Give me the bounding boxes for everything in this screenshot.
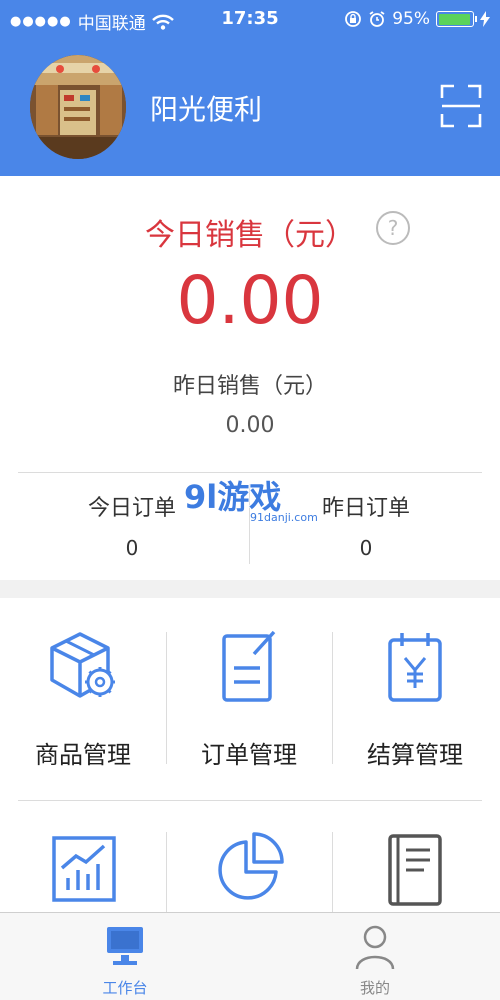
rotation-lock-icon [345, 11, 362, 27]
alarm-icon [369, 11, 385, 27]
today-orders-value: 0 [125, 536, 139, 560]
pie-chart-icon [218, 832, 284, 900]
scan-icon[interactable] [440, 84, 482, 128]
divider [18, 800, 482, 801]
tile-label: 商品管理 [35, 741, 131, 769]
divider [18, 472, 482, 473]
monitor-icon [107, 927, 143, 965]
tab-workbench-label: 工作台 [102, 979, 148, 997]
header: ●●●●● 中国联通 17:35 95% 阳光便利 [0, 0, 500, 176]
today-sales-label: 今日销售（元） [145, 218, 355, 253]
tab-workbench[interactable]: 工作台 [0, 913, 250, 1000]
box-gear-icon [50, 632, 115, 698]
watermark-logo: 9l游戏 91danji.com [183, 477, 318, 524]
book-icon [388, 834, 442, 906]
user-icon [355, 925, 395, 970]
document-edit-icon [222, 630, 276, 702]
today-sales-value: 0.00 [176, 262, 324, 339]
store-photo-icon [30, 55, 126, 159]
help-icon[interactable]: ? [376, 211, 410, 245]
tab-mine-label: 我的 [359, 979, 390, 997]
section-gap [0, 580, 500, 598]
tile-divider [166, 832, 167, 912]
yuan-calendar-icon [388, 633, 442, 702]
tile-label: 结算管理 [367, 741, 463, 769]
status-right: 95% [344, 9, 490, 29]
tab-bar: 工作台 我的 [0, 912, 500, 1000]
tab-mine[interactable]: 我的 [250, 913, 500, 1000]
battery-percent: 95% [392, 9, 430, 29]
charging-icon [480, 11, 490, 27]
tile-divider [332, 832, 333, 912]
store-name: 阳光便利 [150, 93, 263, 126]
battery-icon [436, 11, 477, 27]
status-bar: ●●●●● 中国联通 17:35 95% [0, 0, 500, 38]
yesterday-sales-value: 0.00 [225, 413, 275, 438]
chart-icon [52, 836, 116, 902]
avatar[interactable] [30, 55, 126, 159]
watermark-url: 91danji.com [250, 511, 318, 524]
yesterday-orders-value: 0 [359, 536, 373, 560]
tile-label: 订单管理 [201, 741, 297, 769]
yesterday-sales-label: 昨日销售（元） [172, 374, 327, 399]
